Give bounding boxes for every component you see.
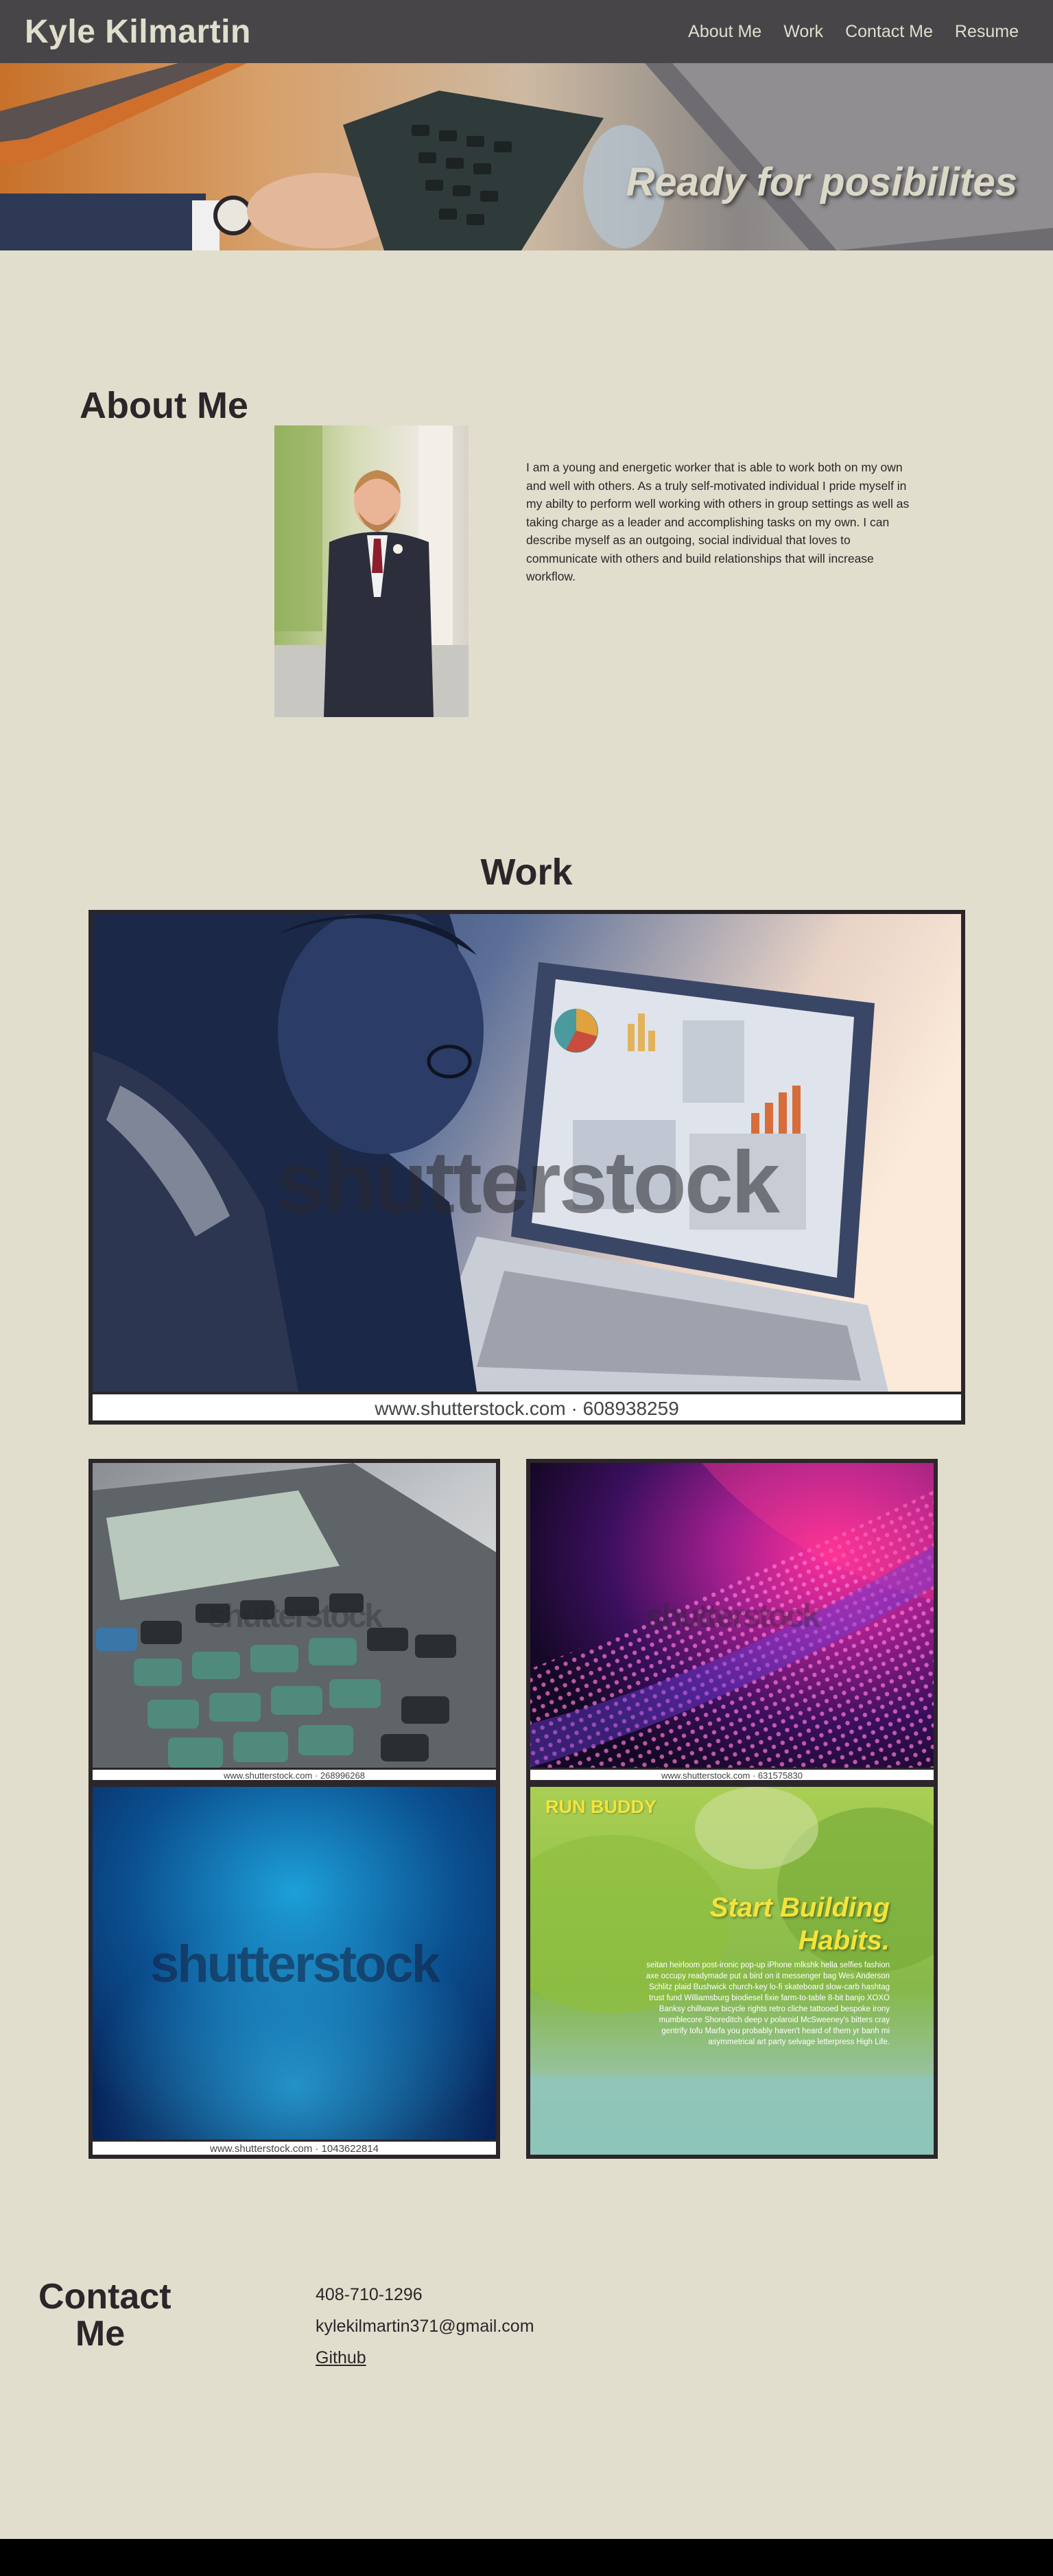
watermark-text: shutterstock (150, 1935, 440, 1993)
navbar: Kyle Kilmartin About Me Work Contact Me … (0, 0, 1053, 63)
work-heading: Work (480, 852, 573, 893)
profile-photo (274, 425, 469, 717)
project-card-blue[interactable]: shutterstock www.shutterstock.com · 1043… (88, 1783, 500, 2159)
run-buddy-headline-line2: Habits. (798, 1925, 890, 1956)
hero-banner: Ready for posibilites (0, 63, 1053, 250)
watermark-text: shutterstock (275, 1134, 780, 1232)
brand-name[interactable]: Kyle Kilmartin (25, 13, 251, 51)
github-link[interactable]: Github (316, 2348, 534, 2367)
hero-image (0, 63, 1053, 250)
project-caption: www.shutterstock.com · 608938259 (93, 1392, 961, 1420)
project-card-calculator[interactable]: shutterstock www.shutterstock.com · 2689… (88, 1459, 500, 1784)
run-buddy-title: RUN BUDDY (545, 1796, 656, 1817)
run-buddy-headline-line1: Start Building (709, 1893, 890, 1923)
project-caption: www.shutterstock.com · 1043622814 (93, 2140, 496, 2155)
nav-links: About Me Work Contact Me Resume (688, 22, 1019, 42)
footer (0, 2539, 1053, 2576)
watermark-text: shutterstock (207, 1598, 383, 1635)
contact-email[interactable]: kylekilmartin371@gmail.com (316, 2317, 534, 2336)
project-caption: www.shutterstock.com · 268996268 (93, 1768, 496, 1780)
nav-link-work[interactable]: Work (783, 22, 823, 42)
about-description: I am a young and energetic worker that i… (526, 460, 910, 583)
contact-list: 408-710-1296 kylekilmartin371@gmail.com … (316, 2285, 534, 2380)
hero-tagline: Ready for posibilites (626, 160, 1017, 204)
run-buddy-headline: Start Building Habits. (710, 1891, 890, 1957)
nav-link-resume[interactable]: Resume (955, 22, 1019, 42)
run-buddy-body: seitan heirloom post-ironic pop-up iPhon… (646, 1961, 890, 2046)
project-card-lights[interactable]: shutterstock www.shutterstock.com · 6315… (526, 1459, 938, 1784)
watermark-text: shutterstock (645, 1598, 820, 1635)
nav-link-contact[interactable]: Contact Me (845, 22, 933, 42)
project-caption: www.shutterstock.com · 631575830 (530, 1768, 934, 1780)
about-heading: About Me (80, 385, 248, 426)
nav-link-about[interactable]: About Me (688, 22, 761, 42)
project-card-run-buddy[interactable]: RUN BUDDY Start Building Habits. seitan … (526, 1783, 938, 2159)
contact-phone[interactable]: 408-710-1296 (316, 2285, 534, 2304)
contact-heading: Contact Me (38, 2277, 171, 2354)
project-card-featured[interactable]: shutterstock www.shutterstock.com · 6089… (88, 910, 965, 1425)
